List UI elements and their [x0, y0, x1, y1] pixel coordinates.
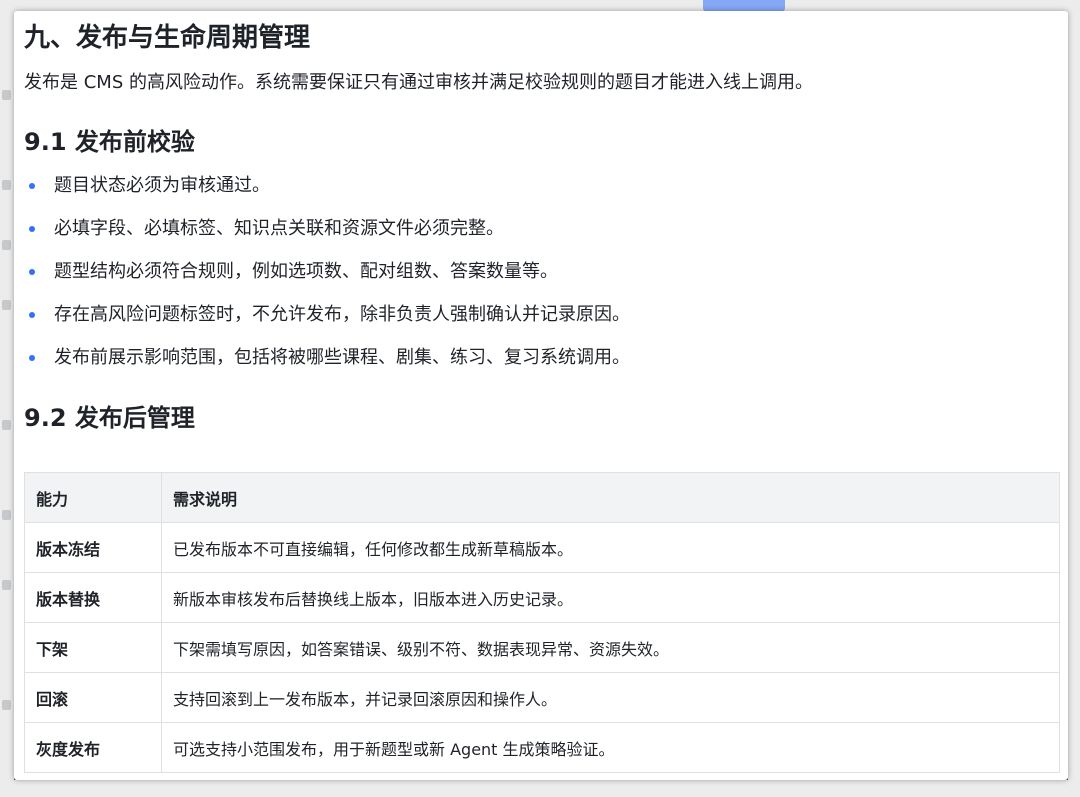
list-item-text: 题目状态必须为审核通过。 [54, 175, 270, 196]
section-title: 九、发布与生命周期管理 [24, 23, 311, 53]
list-item-text: 题型结构必须符合规则，例如选项数、配对组数、答案数量等。 [54, 261, 558, 282]
bullet-icon [29, 226, 35, 232]
list-item: 题目状态必须为审核通过。 [24, 173, 630, 216]
column-header-description: 需求说明 [161, 472, 1060, 523]
list-item-text: 发布前展示影响范围，包括将被哪些课程、剧集、练习、复习系统调用。 [54, 347, 630, 368]
bullet-icon [29, 355, 35, 361]
capability-cell: 下架 [24, 622, 162, 673]
background-bottom-edge [0, 780, 1080, 797]
description-cell: 新版本审核发布后替换线上版本，旧版本进入历史记录。 [161, 572, 1060, 623]
list-item: 题型结构必须符合规则，例如选项数、配对组数、答案数量等。 [24, 259, 630, 302]
table-row: 版本替换 新版本审核发布后替换线上版本，旧版本进入历史记录。 [24, 572, 1060, 623]
list-item: 存在高风险问题标签时，不允许发布，除非负责人强制确认并记录原因。 [24, 302, 630, 345]
bullet-icon [29, 269, 35, 275]
description-cell: 已发布版本不可直接编辑，任何修改都生成新草稿版本。 [161, 522, 1060, 573]
description-cell: 支持回滚到上一发布版本，并记录回滚原因和操作人。 [161, 672, 1060, 723]
background-sidebar-mark [2, 180, 11, 190]
background-right-edge [1068, 0, 1080, 797]
capability-cell: 回滚 [24, 672, 162, 723]
list-item-text: 必填字段、必填标签、知识点关联和资源文件必须完整。 [54, 218, 504, 239]
table-row: 版本冻结 已发布版本不可直接编辑，任何修改都生成新草稿版本。 [24, 522, 1060, 573]
section-intro: 发布是 CMS 的高风险动作。系统需要保证只有通过审核并满足校验规则的题目才能进… [24, 72, 813, 93]
table-header-row: 能力 需求说明 [24, 472, 1060, 523]
table-row: 回滚 支持回滚到上一发布版本，并记录回滚原因和操作人。 [24, 672, 1060, 723]
bullet-icon [29, 312, 35, 318]
capability-cell: 版本替换 [24, 572, 162, 623]
description-cell: 下架需填写原因，如答案错误、级别不符、数据表现异常、资源失效。 [161, 622, 1060, 673]
list-item-text: 存在高风险问题标签时，不允许发布，除非负责人强制确认并记录原因。 [54, 304, 630, 325]
document-card: 九、发布与生命周期管理 发布是 CMS 的高风险动作。系统需要保证只有通过审核并… [14, 11, 1068, 780]
list-item: 必填字段、必填标签、知识点关联和资源文件必须完整。 [24, 216, 630, 259]
post-publish-heading: 9.2 发布后管理 [24, 404, 195, 432]
table-row: 下架 下架需填写原因，如答案错误、级别不符、数据表现异常、资源失效。 [24, 622, 1060, 673]
background-sidebar-mark [2, 90, 11, 100]
background-sidebar-mark [2, 300, 11, 310]
description-cell: 可选支持小范围发布，用于新题型或新 Agent 生成策略验证。 [161, 722, 1060, 773]
pre-publish-list: 题目状态必须为审核通过。 必填字段、必填标签、知识点关联和资源文件必须完整。 题… [24, 173, 630, 388]
list-item: 发布前展示影响范围，包括将被哪些课程、剧集、练习、复习系统调用。 [24, 345, 630, 388]
pre-publish-heading: 9.1 发布前校验 [24, 128, 195, 156]
capability-cell: 版本冻结 [24, 522, 162, 573]
background-sidebar-mark [2, 580, 11, 590]
table-row: 灰度发布 可选支持小范围发布，用于新题型或新 Agent 生成策略验证。 [24, 722, 1060, 773]
background-sidebar-mark [2, 420, 11, 430]
capability-cell: 灰度发布 [24, 722, 162, 773]
background-sidebar-mark [2, 510, 11, 520]
requirements-table: 能力 需求说明 版本冻结 已发布版本不可直接编辑，任何修改都生成新草稿版本。 版… [24, 472, 1060, 773]
background-sidebar-mark [2, 240, 11, 250]
background-sidebar [0, 0, 14, 797]
column-header-capability: 能力 [24, 472, 162, 523]
bullet-icon [29, 183, 35, 189]
background-sidebar-mark [2, 700, 11, 710]
